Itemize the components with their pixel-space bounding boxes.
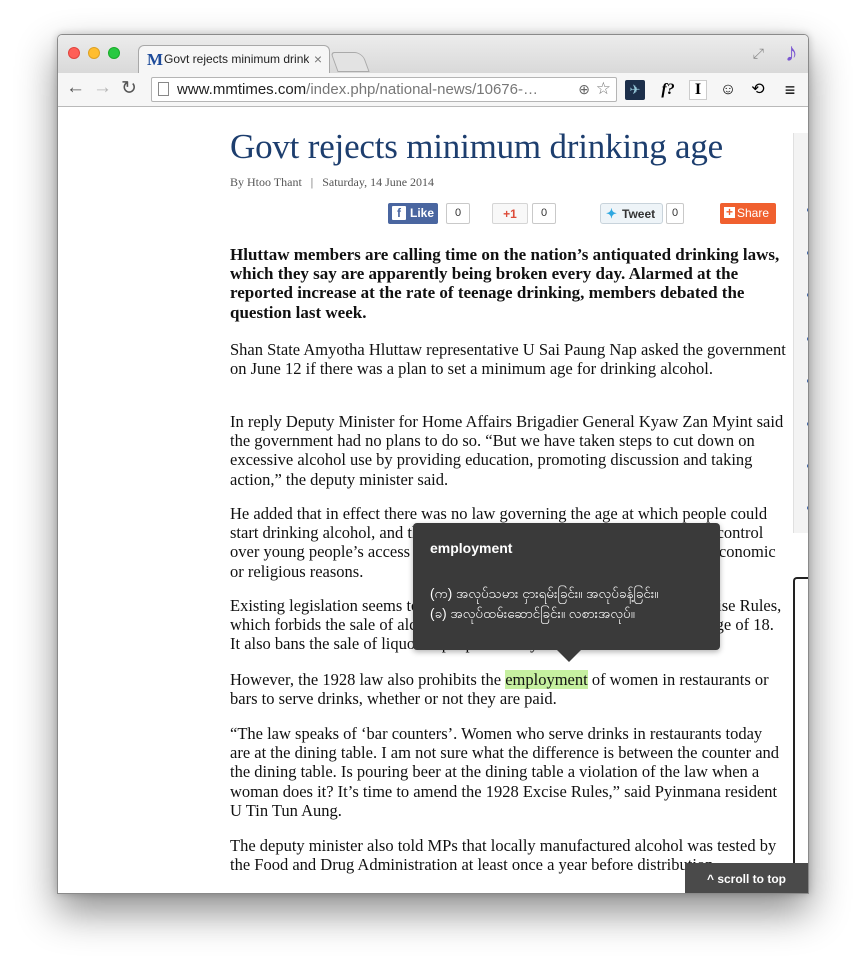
url-host: www.mmtimes.com	[177, 81, 307, 98]
sidebar-bullet	[807, 422, 808, 426]
music-note-icon[interactable]: ♪	[785, 37, 798, 68]
address-bar[interactable]: www.mmtimes.com/index.php/national-news/…	[151, 77, 617, 102]
url-path: /index.php/national-news/10676-…	[306, 81, 538, 98]
bookmark-star-icon[interactable]: ☆	[596, 79, 611, 99]
sidebar-bullet	[807, 251, 808, 255]
sidebar-bullet	[807, 506, 808, 510]
sidebar-bullet	[807, 208, 808, 212]
extension-f-icon[interactable]: f?	[656, 80, 680, 100]
article-headline: Govt rejects minimum drinking age	[230, 127, 724, 166]
tooltip-word: employment	[430, 540, 513, 556]
facebook-like-label: Like	[410, 206, 435, 220]
article-lead: Hluttaw members are calling time on the …	[230, 245, 780, 322]
extension-i-icon[interactable]: I	[689, 80, 707, 100]
byline: By Htoo Thant | Saturday, 14 June 2014	[230, 175, 434, 190]
google-plus-button[interactable]: +1	[492, 203, 528, 224]
article-paragraph: “The law speaks of ‘bar counters’. Women…	[230, 724, 780, 820]
forward-arrow-icon[interactable]: →	[93, 77, 112, 99]
sidebar-bullet	[807, 379, 808, 383]
sidebar-bullet	[807, 293, 808, 297]
plus-icon: +	[724, 205, 735, 219]
zoom-window-button[interactable]	[108, 47, 120, 59]
browser-toolbar: ← → ↻ www.mmtimes.com/index.php/national…	[58, 73, 808, 107]
highlighted-word[interactable]: employment	[505, 670, 588, 689]
author[interactable]: By Htoo Thant	[230, 175, 302, 189]
scroll-to-top-button[interactable]: ^ scroll to top	[685, 863, 808, 893]
definition-line: (က) အလုပ်သမား ငှားရမ်းခြင်း။ အလုပ်ခန့်ခြ…	[430, 586, 659, 601]
definition-line: (ခ) အလုပ်ထမ်းဆောင်ခြင်း။ လစားအလုပ်။	[430, 606, 635, 621]
title-bar: M Govt rejects minimum drinking age × ⤢ …	[58, 35, 808, 73]
tab-title: Govt rejects minimum drinking age	[164, 52, 309, 66]
google-plus-count: 0	[532, 203, 556, 224]
tooltip-definition: (က) အလုပ်သမား ငှားရမ်းခြင်း။ အလုပ်ခန့်ခြ…	[430, 584, 658, 624]
fullscreen-icon[interactable]: ⤢	[753, 45, 764, 62]
tweet-count: 0	[666, 203, 684, 224]
extension-sync-icon[interactable]: ⟲	[748, 80, 768, 100]
zoom-icon[interactable]: ⊕	[578, 81, 590, 98]
tweet-button[interactable]: ✦ Tweet	[600, 203, 663, 224]
page-content: Govt rejects minimum drinking age By Hto…	[58, 107, 808, 893]
article-paragraph: However, the 1928 law also prohibits the…	[230, 670, 786, 708]
tab-close-icon[interactable]: ×	[314, 51, 322, 67]
minimize-window-button[interactable]	[88, 47, 100, 59]
share-button[interactable]: + Share	[720, 203, 776, 224]
browser-tab[interactable]: M Govt rejects minimum drinking age ×	[138, 45, 330, 73]
facebook-like-button[interactable]: f Like	[388, 203, 438, 224]
paragraph-text: However, the 1928 law also prohibits the	[230, 670, 506, 689]
facebook-like-count: 0	[446, 203, 470, 224]
sidebar-bullet	[807, 337, 808, 341]
twitter-bird-icon: ✦	[606, 206, 617, 221]
sidebar-frame	[793, 577, 808, 879]
tweet-label: Tweet	[622, 207, 656, 221]
share-label: Share	[737, 206, 770, 220]
dictionary-tooltip: employment (က) အလုပ်သမား ငှားရမ်းခြင်း။ …	[413, 523, 720, 662]
reload-icon[interactable]: ↻	[121, 77, 137, 100]
facebook-icon: f	[392, 206, 406, 220]
url-text[interactable]: www.mmtimes.com/index.php/national-news/…	[177, 81, 572, 98]
share-bar: f Like 0 +1 0 ✦ Tweet 0 + Share	[230, 203, 786, 224]
byline-separator: |	[310, 175, 314, 189]
back-arrow-icon[interactable]: ←	[66, 77, 85, 99]
extension-face-icon[interactable]: ☺	[718, 80, 738, 100]
sidebar-strip	[793, 133, 808, 533]
publish-date: Saturday, 14 June 2014	[322, 175, 435, 189]
article-paragraph: In reply Deputy Minister for Home Affair…	[230, 412, 784, 489]
menu-icon[interactable]: ≡	[780, 80, 800, 100]
tooltip-arrow	[557, 650, 581, 662]
page-icon	[158, 82, 169, 96]
mmtimes-favicon-icon: M	[147, 50, 164, 69]
extension-bird-icon[interactable]: ✈	[625, 80, 645, 100]
close-window-button[interactable]	[68, 47, 80, 59]
new-tab-button[interactable]	[330, 52, 370, 72]
article-paragraph: Shan State Amyotha Hluttaw representativ…	[230, 340, 786, 379]
browser-window: M Govt rejects minimum drinking age × ⤢ …	[57, 34, 809, 894]
sidebar-bullet	[807, 464, 808, 468]
